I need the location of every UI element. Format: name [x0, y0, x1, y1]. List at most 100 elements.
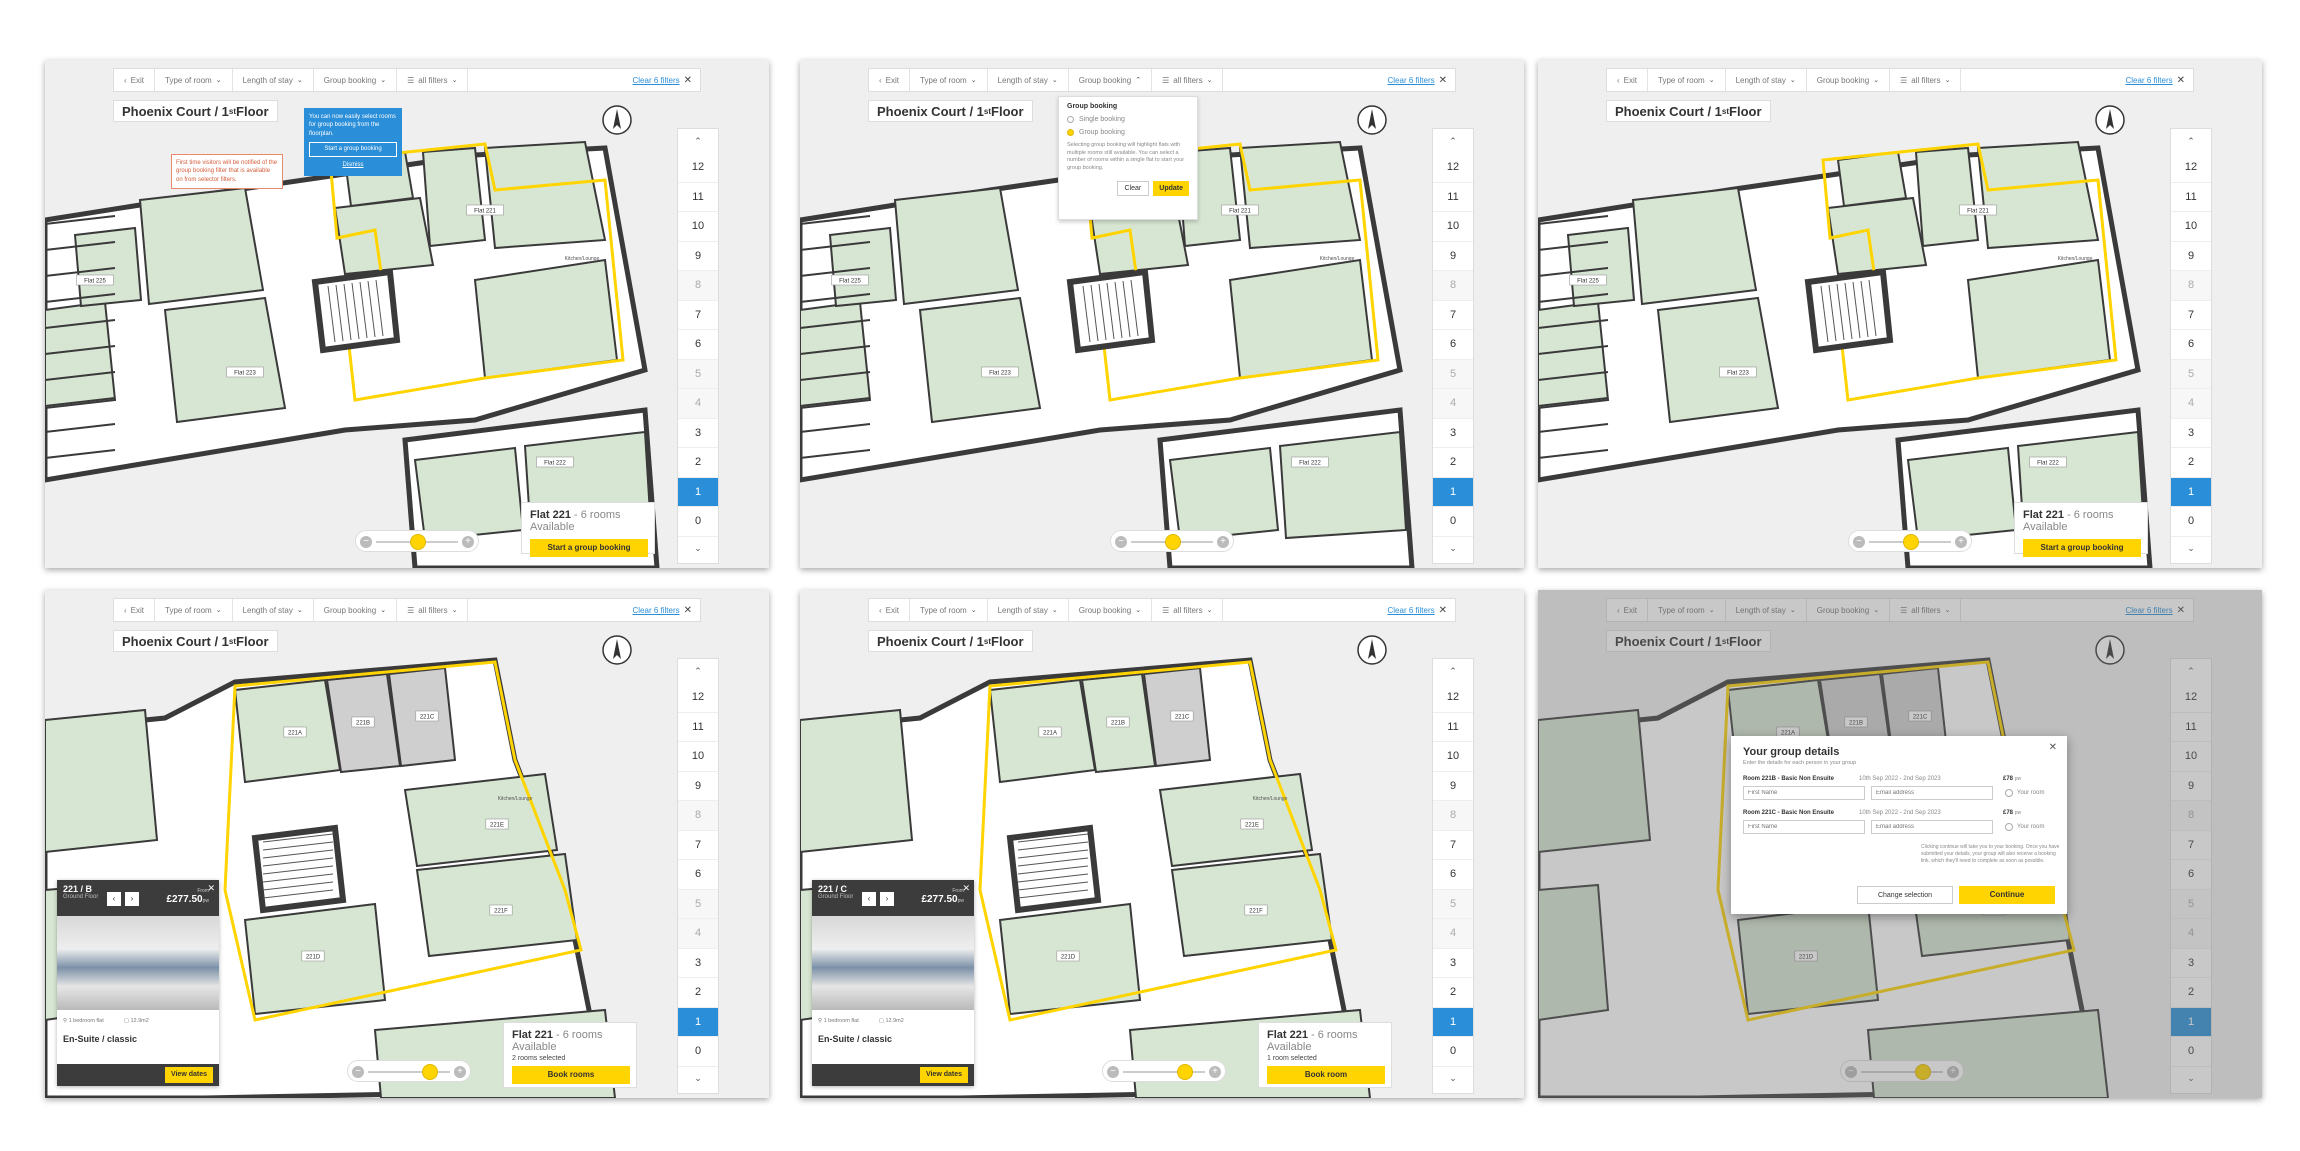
close-icon[interactable]: ✕ — [684, 605, 700, 616]
zoom-slider-handle[interactable] — [1903, 534, 1919, 550]
zoom-control[interactable]: − + — [1848, 530, 1972, 552]
book-room-button[interactable]: Book room — [1267, 1066, 1385, 1084]
floor-8-button[interactable]: 8 — [678, 271, 718, 301]
group-booking-filter[interactable]: Group booking ⌄ — [314, 599, 398, 621]
floor-10-button[interactable]: 10 — [2171, 212, 2211, 242]
group-booking-filter[interactable]: Group booking ⌄ — [1069, 599, 1153, 621]
floor-9-button[interactable]: 9 — [1433, 242, 1473, 271]
chevron-down-icon[interactable]: ⌄ — [678, 1067, 718, 1091]
chevron-up-icon[interactable]: ⌃ — [1433, 129, 1473, 153]
close-icon[interactable]: ✕ — [2177, 75, 2193, 86]
all-filters-button[interactable]: ☰ all filters ⌄ — [1152, 69, 1224, 91]
chevron-down-icon[interactable]: ⌄ — [2171, 537, 2211, 561]
clear-filters-link[interactable]: Clear 6 filters — [628, 606, 683, 615]
group-booking-filter[interactable]: Group booking ⌄ — [314, 69, 398, 91]
floor-11-button[interactable]: 11 — [1433, 183, 1473, 212]
floor-6-button[interactable]: 6 — [1433, 860, 1473, 890]
type-of-room-filter[interactable]: Type of room ⌄ — [155, 69, 233, 91]
zoom-in-icon[interactable]: + — [454, 1066, 466, 1078]
first-name-field[interactable] — [1743, 786, 1865, 800]
close-icon[interactable]: ✕ — [684, 75, 700, 86]
zoom-slider-handle[interactable] — [1165, 534, 1181, 550]
clear-filters-link[interactable]: Clear 6 filters — [2121, 76, 2176, 85]
all-filters-button[interactable]: ☰ all filters ⌄ — [1890, 69, 1962, 91]
floor-2-button[interactable]: 2 — [1433, 978, 1473, 1008]
zoom-out-icon[interactable]: − — [352, 1066, 364, 1078]
zoom-control[interactable]: − + — [1110, 530, 1234, 552]
floor-12-button[interactable]: 12 — [2171, 153, 2211, 183]
floor-1-button[interactable]: 1 — [678, 477, 718, 507]
zoom-slider-handle[interactable] — [410, 534, 426, 550]
floor-10-button[interactable]: 10 — [678, 742, 718, 772]
zoom-control[interactable]: − + — [1102, 1060, 1226, 1082]
email-field[interactable] — [1871, 820, 1993, 834]
chevron-left-icon[interactable]: ‹ — [107, 892, 121, 906]
floor-10-button[interactable]: 10 — [1433, 742, 1473, 772]
floor-7-button[interactable]: 7 — [1433, 831, 1473, 860]
floor-7-button[interactable]: 7 — [1433, 301, 1473, 330]
zoom-in-icon[interactable]: + — [1217, 536, 1229, 548]
floor-6-button[interactable]: 6 — [678, 330, 718, 360]
type-of-room-filter[interactable]: Type of room ⌄ — [910, 599, 988, 621]
length-of-stay-filter[interactable]: Length of stay ⌄ — [233, 599, 314, 621]
chevron-up-icon[interactable]: ⌃ — [2171, 129, 2211, 153]
floor-6-button[interactable]: 6 — [2171, 330, 2211, 360]
floor-6-button[interactable]: 6 — [1433, 330, 1473, 360]
close-icon[interactable]: ✕ — [1439, 605, 1455, 616]
floor-5-button[interactable]: 5 — [2171, 359, 2211, 389]
floor-9-button[interactable]: 9 — [2171, 242, 2211, 271]
email-field[interactable] — [1871, 786, 1993, 800]
zoom-control[interactable]: − + — [347, 1060, 471, 1082]
floor-5-button[interactable]: 5 — [1433, 359, 1473, 389]
close-icon[interactable]: ✕ — [962, 883, 970, 894]
start-group-booking-button[interactable]: Start a group booking — [530, 539, 648, 557]
chevron-down-icon[interactable]: ⌄ — [1433, 537, 1473, 561]
zoom-in-icon[interactable]: + — [1209, 1066, 1221, 1078]
group-booking-filter[interactable]: Group booking ⌄ — [1807, 69, 1891, 91]
chevron-up-icon[interactable]: ⌃ — [1433, 659, 1473, 683]
exit-button[interactable]: ‹ Exit — [869, 599, 911, 621]
floor-2-button[interactable]: 2 — [2171, 448, 2211, 478]
floor-7-button[interactable]: 7 — [2171, 301, 2211, 330]
zoom-out-icon[interactable]: − — [1853, 536, 1865, 548]
chevron-up-icon[interactable]: ⌃ — [678, 129, 718, 153]
length-of-stay-filter[interactable]: Length of stay ⌄ — [988, 69, 1069, 91]
floor-12-button[interactable]: 12 — [1433, 153, 1473, 183]
floor-11-button[interactable]: 11 — [1433, 713, 1473, 742]
continue-button[interactable]: Continue — [1959, 886, 2055, 904]
floor-0-button[interactable]: 0 — [1433, 507, 1473, 537]
clear-filters-link[interactable]: Clear 6 filters — [1383, 76, 1438, 85]
floor-3-button[interactable]: 3 — [1433, 949, 1473, 978]
chevron-right-icon[interactable]: › — [125, 892, 139, 906]
group-booking-option[interactable]: Group booking — [1067, 129, 1189, 136]
start-group-booking-button[interactable]: Start a group booking — [309, 142, 397, 157]
floor-8-button[interactable]: 8 — [2171, 271, 2211, 301]
floor-9-button[interactable]: 9 — [1433, 772, 1473, 801]
close-icon[interactable]: ✕ — [1439, 75, 1455, 86]
type-of-room-filter[interactable]: Type of room ⌄ — [1648, 69, 1726, 91]
all-filters-button[interactable]: ☰ all filters ⌄ — [397, 599, 469, 621]
chevron-up-icon[interactable]: ⌃ — [678, 659, 718, 683]
clear-filters-link[interactable]: Clear 6 filters — [628, 76, 683, 85]
close-icon[interactable]: ✕ — [2049, 742, 2057, 753]
zoom-in-icon[interactable]: + — [1955, 536, 1967, 548]
exit-button[interactable]: ‹ Exit — [114, 69, 156, 91]
clear-filters-link[interactable]: Clear 6 filters — [1383, 606, 1438, 615]
floor-3-button[interactable]: 3 — [2171, 419, 2211, 448]
group-booking-filter[interactable]: Group booking ⌃ — [1069, 69, 1153, 91]
floor-0-button[interactable]: 0 — [2171, 507, 2211, 537]
floor-1-button[interactable]: 1 — [2171, 477, 2211, 507]
floor-4-button[interactable]: 4 — [1433, 389, 1473, 419]
floor-8-button[interactable]: 8 — [1433, 801, 1473, 831]
chevron-left-icon[interactable]: ‹ — [862, 892, 876, 906]
radio-icon[interactable] — [2005, 823, 2013, 831]
all-filters-button[interactable]: ☰ all filters ⌄ — [397, 69, 469, 91]
floor-1-button[interactable]: 1 — [1433, 1007, 1473, 1037]
floor-4-button[interactable]: 4 — [1433, 919, 1473, 949]
chevron-down-icon[interactable]: ⌄ — [678, 537, 718, 561]
floor-0-button[interactable]: 0 — [678, 507, 718, 537]
single-booking-option[interactable]: Single booking — [1067, 116, 1189, 123]
floor-4-button[interactable]: 4 — [678, 919, 718, 949]
start-group-booking-button[interactable]: Start a group booking — [2023, 539, 2141, 557]
floor-6-button[interactable]: 6 — [678, 860, 718, 890]
